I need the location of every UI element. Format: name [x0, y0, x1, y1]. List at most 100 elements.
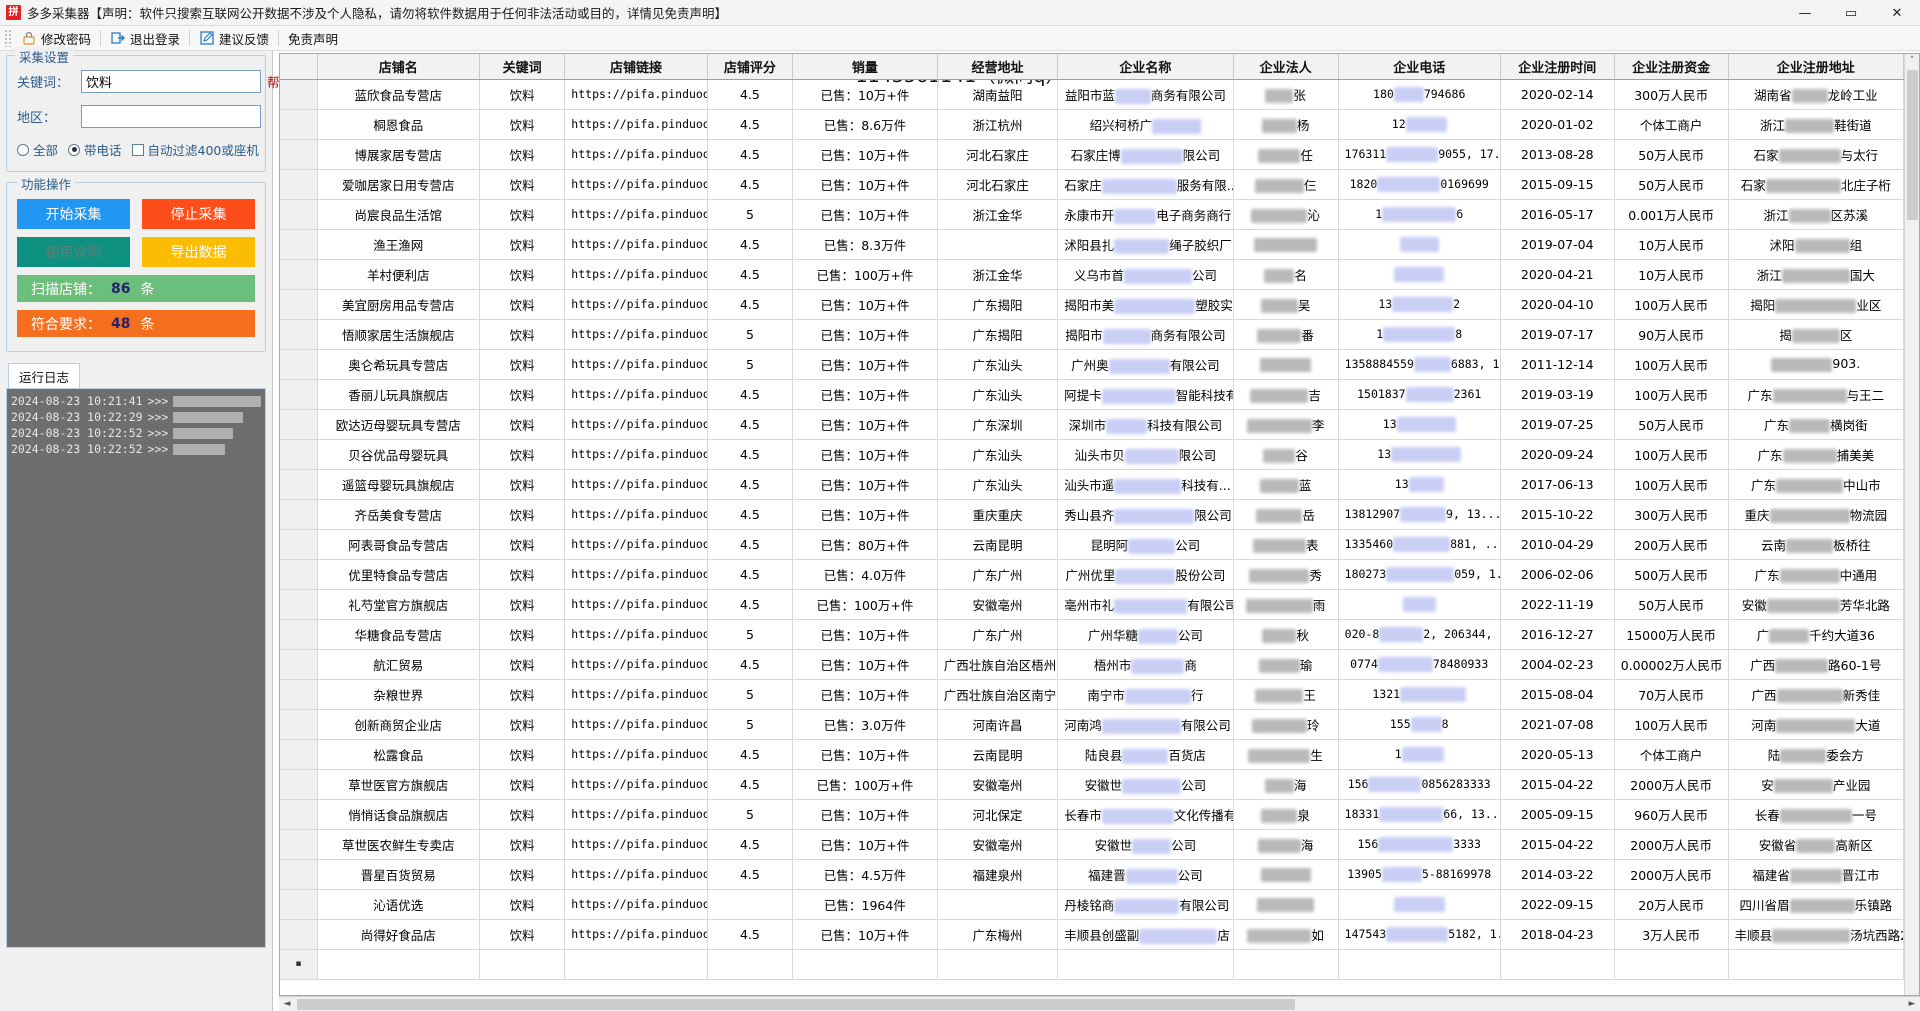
column-header-select-all[interactable]: [280, 54, 318, 80]
column-header-shop-link[interactable]: 店铺链接: [564, 54, 708, 80]
cell-shop-name[interactable]: 遥篮母婴玩具旗舰店: [317, 469, 480, 500]
cell-shop-link[interactable]: https://pifa.pinduodu...: [564, 559, 708, 590]
row-selector[interactable]: [280, 829, 318, 860]
cell-shop-name[interactable]: 悟顺家居生活旗舰店: [317, 319, 480, 350]
row-selector[interactable]: [280, 289, 318, 320]
column-header-company-name[interactable]: 企业名称: [1057, 54, 1234, 80]
cell-shop-link[interactable]: https://pifa.pinduodu...: [564, 679, 708, 710]
vertical-scrollbar[interactable]: ˄: [1904, 54, 1919, 995]
table-row[interactable]: 尚得好食品店饮料https://pifa.pinduodu...4.5已售：10…: [280, 919, 1904, 950]
table-row[interactable]: 香丽儿玩具旗舰店饮料https://pifa.pinduodu...4.5已售：…: [280, 379, 1904, 410]
table-row[interactable]: 羊村便利店饮料https://pifa.pinduodu...4.5已售：100…: [280, 259, 1904, 290]
table-row[interactable]: 博展家居专营店饮料https://pifa.pinduodu...4.5已售：1…: [280, 139, 1904, 170]
cell-shop-link[interactable]: https://pifa.pinduodu...: [564, 259, 708, 290]
cell-shop-name[interactable]: 优里特食品专营店: [317, 559, 480, 590]
cell-shop-link[interactable]: https://pifa.pinduodu...: [564, 769, 708, 800]
table-row[interactable]: 贝谷优品母婴玩具饮料https://pifa.pinduodu...4.5已售：…: [280, 439, 1904, 470]
stop-collection-button[interactable]: 停止采集: [142, 199, 255, 229]
cell-shop-name[interactable]: 齐岳美食专营店: [317, 499, 480, 530]
table-row[interactable]: 爱咖居家日用专营店饮料https://pifa.pinduodu...4.5已售…: [280, 169, 1904, 200]
table-row[interactable]: 礼芍堂官方旗舰店饮料https://pifa.pinduodu...4.5已售：…: [280, 589, 1904, 620]
row-selector[interactable]: [280, 709, 318, 740]
scroll-right-arrow[interactable]: ►: [1904, 999, 1920, 1009]
row-selector[interactable]: [280, 439, 318, 470]
row-selector[interactable]: [280, 319, 318, 350]
column-header-legal-person[interactable]: 企业法人: [1233, 54, 1339, 80]
row-selector[interactable]: [280, 379, 318, 410]
row-selector[interactable]: [280, 499, 318, 530]
row-selector[interactable]: [280, 589, 318, 620]
column-header-keyword[interactable]: 关键词: [479, 54, 566, 80]
minimize-button[interactable]: —: [1782, 0, 1828, 26]
toolbar-grip-handle[interactable]: [4, 29, 12, 47]
table-row[interactable]: 齐岳美食专营店饮料https://pifa.pinduodu...4.5已售：1…: [280, 499, 1904, 530]
table-row[interactable]: 航汇贸易饮料https://pifa.pinduodu...4.5已售：10万+…: [280, 649, 1904, 680]
column-header-reg-capital[interactable]: 企业注册资金: [1614, 54, 1729, 80]
row-selector[interactable]: [280, 739, 318, 770]
checkbox-filter-400-icon[interactable]: [131, 143, 144, 156]
keyword-input[interactable]: [81, 70, 261, 93]
table-row[interactable]: 晋星百货贸易饮料https://pifa.pinduodu...4.5已售：4.…: [280, 859, 1904, 890]
table-row[interactable]: 阿表哥食品专营店饮料https://pifa.pinduodu...4.5已售：…: [280, 529, 1904, 560]
table-row[interactable]: 奥仑希玩具专营店饮料https://pifa.pinduodu...5已售：10…: [280, 349, 1904, 380]
row-selector-current[interactable]: ▪: [280, 949, 318, 980]
radio-all-icon[interactable]: [17, 143, 29, 156]
row-selector[interactable]: [280, 889, 318, 920]
horizontal-scroll-thumb[interactable]: [297, 998, 1295, 1010]
vertical-scroll-thumb[interactable]: [1906, 70, 1918, 220]
cell-shop-name[interactable]: 贝谷优品母婴玩具: [317, 439, 480, 470]
table-row[interactable]: 华糖食品专营店饮料https://pifa.pinduodu...5已售：10万…: [280, 619, 1904, 650]
table-row[interactable]: 蓝欣食品专营店饮料https://pifa.pinduodu...4.5已售：1…: [280, 79, 1904, 110]
cell-shop-link[interactable]: https://pifa.pinduodu...: [564, 139, 708, 170]
table-row[interactable]: 沁语优选饮料https://pifa.pinduodu... 已售：1964件 丹棱…: [280, 889, 1904, 920]
option-filter-400[interactable]: 自动过滤400或座机: [131, 140, 259, 159]
run-log-tab[interactable]: 运行日志: [8, 363, 81, 389]
table-row[interactable]: 遥篮母婴玩具旗舰店饮料https://pifa.pinduodu...4.5已售…: [280, 469, 1904, 500]
cell-shop-link[interactable]: https://pifa.pinduodu...: [564, 619, 708, 650]
cell-shop-name[interactable]: 爱咖居家日用专营店: [317, 169, 480, 200]
cell-shop-name[interactable]: 航汇贸易: [317, 649, 480, 680]
cell-shop-link[interactable]: https://pifa.pinduodu...: [564, 889, 708, 920]
row-selector[interactable]: [280, 109, 318, 140]
cell-shop-name[interactable]: 桐恩食品: [317, 109, 480, 140]
table-row[interactable]: 杂粮世界饮料https://pifa.pinduodu...5已售：10万+件广…: [280, 679, 1904, 710]
scroll-up-arrow[interactable]: ˄: [1910, 54, 1915, 68]
maximize-button[interactable]: ▭: [1828, 0, 1874, 26]
radio-with-phone-icon[interactable]: [68, 143, 81, 156]
cell-shop-name[interactable]: 草世医官方旗舰店: [317, 769, 480, 800]
disclaimer-button[interactable]: 免责声明: [281, 27, 345, 50]
row-selector[interactable]: [280, 919, 318, 950]
cell-shop-name[interactable]: 奥仑希玩具专营店: [317, 349, 480, 380]
table-row[interactable]: 创新商贸企业店饮料https://pifa.pinduodu...5已售：3.0…: [280, 709, 1904, 740]
row-selector[interactable]: [280, 139, 318, 170]
row-selector[interactable]: [280, 259, 318, 290]
cell-shop-name[interactable]: 尚得好食品店: [317, 919, 480, 950]
row-selector[interactable]: [280, 469, 318, 500]
cell-shop-name[interactable]: 阿表哥食品专营店: [317, 529, 480, 560]
run-log-output[interactable]: 2024-08-23 10:21:41 >>> 2024-08-23 10:22…: [6, 388, 266, 948]
cell-shop-link[interactable]: https://pifa.pinduodu...: [564, 229, 708, 260]
table-row[interactable]: 草世医官方旗舰店饮料https://pifa.pinduodu...4.5已售：…: [280, 769, 1904, 800]
cell-shop-link[interactable]: https://pifa.pinduodu...: [564, 529, 708, 560]
row-selector[interactable]: [280, 559, 318, 590]
cell-shop-name[interactable]: 渔王渔网: [317, 229, 480, 260]
row-selector[interactable]: [280, 679, 318, 710]
cell-shop-name[interactable]: 华糖食品专营店: [317, 619, 480, 650]
table-row[interactable]: 欧达迈母婴玩具专营店饮料https://pifa.pinduodu...4.5已…: [280, 409, 1904, 440]
table-row[interactable]: 尚宸良品生活馆饮料https://pifa.pinduodu...5已售：10万…: [280, 199, 1904, 230]
start-collection-button[interactable]: 开始采集: [17, 199, 130, 229]
row-selector[interactable]: [280, 409, 318, 440]
cell-shop-link[interactable]: https://pifa.pinduodu...: [564, 439, 708, 470]
column-header-company-phone[interactable]: 企业电话: [1338, 54, 1501, 80]
column-header-business-address[interactable]: 经营地址: [937, 54, 1059, 80]
cell-shop-name[interactable]: 欧达迈母婴玩具专营店: [317, 409, 480, 440]
cell-shop-link[interactable]: https://pifa.pinduodu...: [564, 469, 708, 500]
cell-shop-link[interactable]: https://pifa.pinduodu...: [564, 829, 708, 860]
column-header-shop-name[interactable]: 店铺名: [317, 54, 480, 80]
cell-shop-link[interactable]: https://pifa.pinduodu...: [564, 709, 708, 740]
cell-shop-name[interactable]: 创新商贸企业店: [317, 709, 480, 740]
cell-shop-name[interactable]: 杂粮世界: [317, 679, 480, 710]
cell-shop-name[interactable]: 美宜厨房用品专营店: [317, 289, 480, 320]
column-header-shop-score[interactable]: 店铺评分: [707, 54, 794, 80]
column-header-sales[interactable]: 销量: [792, 54, 938, 80]
